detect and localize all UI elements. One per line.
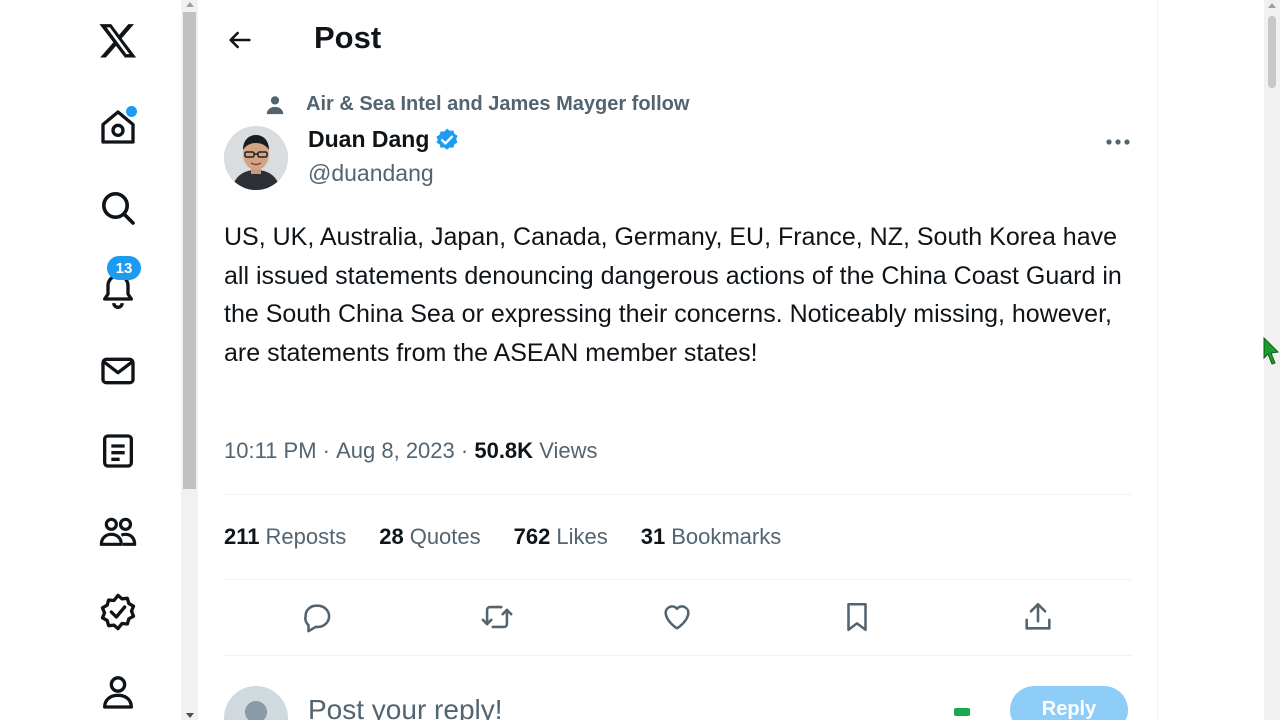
- avatar: [224, 686, 288, 720]
- verified-icon[interactable]: [95, 589, 141, 635]
- divider: [224, 655, 1132, 656]
- social-context[interactable]: Air & Sea Intel and James Mayger follow: [264, 93, 689, 116]
- post-time[interactable]: 10:11 PM: [224, 438, 317, 464]
- search-icon[interactable]: [95, 185, 141, 231]
- person-icon: [266, 95, 284, 114]
- communities-icon[interactable]: [95, 508, 141, 554]
- mouse-cursor-icon: [1263, 336, 1280, 365]
- share-icon[interactable]: [1017, 596, 1059, 638]
- lists-icon[interactable]: [95, 428, 141, 474]
- action-bar: [198, 596, 1158, 640]
- post-date[interactable]: Aug 8, 2023: [336, 438, 455, 464]
- post-detail-column: Post Air & Sea Intel and James Mayger fo…: [198, 0, 1158, 720]
- views-count: 50.8K: [474, 438, 534, 463]
- like-icon[interactable]: [656, 596, 698, 638]
- nav-scrollbar[interactable]: [181, 0, 198, 720]
- left-nav: 13: [0, 0, 182, 720]
- scrollbar-thumb[interactable]: [1268, 16, 1276, 88]
- divider: [224, 494, 1132, 495]
- views-label: Views: [533, 438, 597, 464]
- avatar[interactable]: [224, 126, 288, 190]
- new-content-dot: [126, 106, 137, 117]
- reply-input[interactable]: Post your reply!: [308, 694, 503, 720]
- profile-icon[interactable]: [95, 669, 141, 715]
- reposts-count: 211: [224, 524, 260, 549]
- views-label-text: Views: [539, 438, 598, 463]
- quotes-stat[interactable]: 28 Quotes: [379, 524, 480, 550]
- quotes-count: 28: [379, 524, 404, 549]
- bookmarks-count: 31: [640, 524, 666, 549]
- scroll-up-arrow-icon[interactable]: [186, 2, 194, 7]
- reply-icon[interactable]: [296, 596, 338, 638]
- reply-composer: Post your reply! Reply: [198, 672, 1158, 720]
- social-context-text: Air & Sea Intel and James Mayger follow: [306, 93, 690, 115]
- engagement-stats: 211 Reposts 28 Quotes 762 Likes 31 Bookmarks: [224, 524, 814, 550]
- post-text: US, UK, Australia, Japan, Canada, German…: [224, 223, 1122, 367]
- bookmarks-label: Bookmarks: [671, 524, 782, 549]
- notification-badge: 13: [107, 256, 141, 280]
- x-logo-icon[interactable]: [95, 17, 141, 63]
- meta-separator: ·: [316, 438, 337, 463]
- page-title: Post: [314, 20, 382, 55]
- back-arrow-icon[interactable]: [220, 20, 260, 60]
- likes-count: 762: [513, 524, 551, 549]
- quotes-label: Quotes: [409, 524, 481, 549]
- bookmarks-stat[interactable]: 31 Bookmarks: [641, 524, 782, 550]
- divider: [224, 579, 1132, 580]
- author-handle[interactable]: @duandang: [308, 160, 434, 187]
- post-metadata: 10:11 PM · Aug 8, 2023 · 50.8K Views: [224, 438, 597, 464]
- repost-icon[interactable]: [476, 596, 518, 638]
- reposts-stat[interactable]: 211 Reposts: [224, 524, 346, 550]
- scroll-down-arrow-icon[interactable]: [186, 713, 194, 718]
- more-options-icon[interactable]: [1100, 128, 1136, 156]
- likes-stat[interactable]: 762 Likes: [514, 524, 608, 550]
- meta-separator: ·: [454, 438, 475, 463]
- likes-label: Likes: [556, 524, 608, 549]
- scrollbar-thumb[interactable]: [183, 12, 196, 489]
- notifications-icon[interactable]: 13: [95, 256, 141, 312]
- author-name[interactable]: Duan Dang: [308, 126, 429, 153]
- reposts-label: Reposts: [265, 524, 347, 549]
- reply-button[interactable]: Reply: [1010, 686, 1128, 720]
- media-indicator: [954, 708, 970, 716]
- home-icon[interactable]: [95, 104, 141, 150]
- verified-badge-icon[interactable]: [434, 127, 460, 153]
- scroll-up-arrow-icon[interactable]: [1268, 3, 1276, 8]
- messages-icon[interactable]: [95, 348, 141, 394]
- author-name-row[interactable]: Duan Dang: [308, 126, 460, 153]
- bookmark-icon[interactable]: [836, 596, 878, 638]
